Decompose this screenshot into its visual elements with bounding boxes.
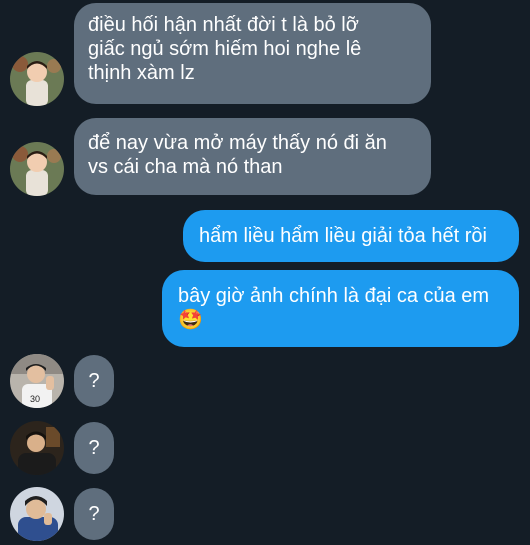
message-bubble-2[interactable]: để nay vừa mở máy thấy nó đi ăn vs cái c… xyxy=(74,118,431,195)
message-bubble-6[interactable]: ? xyxy=(74,422,114,474)
message-2-line-1: để nay vừa mở máy thấy nó đi ăn xyxy=(88,132,387,154)
star-struck-emoji: 🤩 xyxy=(178,309,203,331)
message-1-line-1: điều hối hận nhất đời t là bỏ lỡ xyxy=(88,14,359,36)
message-5-text: ? xyxy=(88,370,100,392)
message-2-line-2: vs cái cha mà nó than xyxy=(88,156,283,178)
message-bubble-1[interactable]: điều hối hận nhất đời t là bỏ lỡ giấc ng… xyxy=(74,3,431,104)
message-1-line-2: giấc ngủ sớm hiếm hoi nghe lê xyxy=(88,38,362,60)
message-bubble-7[interactable]: ? xyxy=(74,488,114,540)
message-bubble-4[interactable]: bây giờ ảnh chính là đại ca của em 🤩 xyxy=(162,270,519,347)
avatar-baby[interactable] xyxy=(10,52,64,106)
avatar-white-shirt[interactable]: 30 xyxy=(10,354,64,408)
message-bubble-5[interactable]: ? xyxy=(74,355,114,407)
message-1-line-3: thịnh xàm lz xyxy=(88,62,195,84)
avatar-dark-jacket[interactable] xyxy=(10,421,64,475)
svg-text:30: 30 xyxy=(30,394,40,404)
message-bubble-3[interactable]: hẩm liều hẩm liều giải tỏa hết rồi xyxy=(183,210,519,262)
avatar-blue-shirt[interactable] xyxy=(10,487,64,541)
message-4-line-1: bây giờ ảnh chính là đại ca của em xyxy=(178,285,490,307)
message-7-text: ? xyxy=(88,503,100,525)
avatar-baby[interactable] xyxy=(10,142,64,196)
message-3-line-1: hẩm liều hẩm liều giải tỏa hết rồi xyxy=(199,225,487,247)
chat-thread: điều hối hận nhất đời t là bỏ lỡ giấc ng… xyxy=(0,0,530,545)
message-6-text: ? xyxy=(88,437,100,459)
